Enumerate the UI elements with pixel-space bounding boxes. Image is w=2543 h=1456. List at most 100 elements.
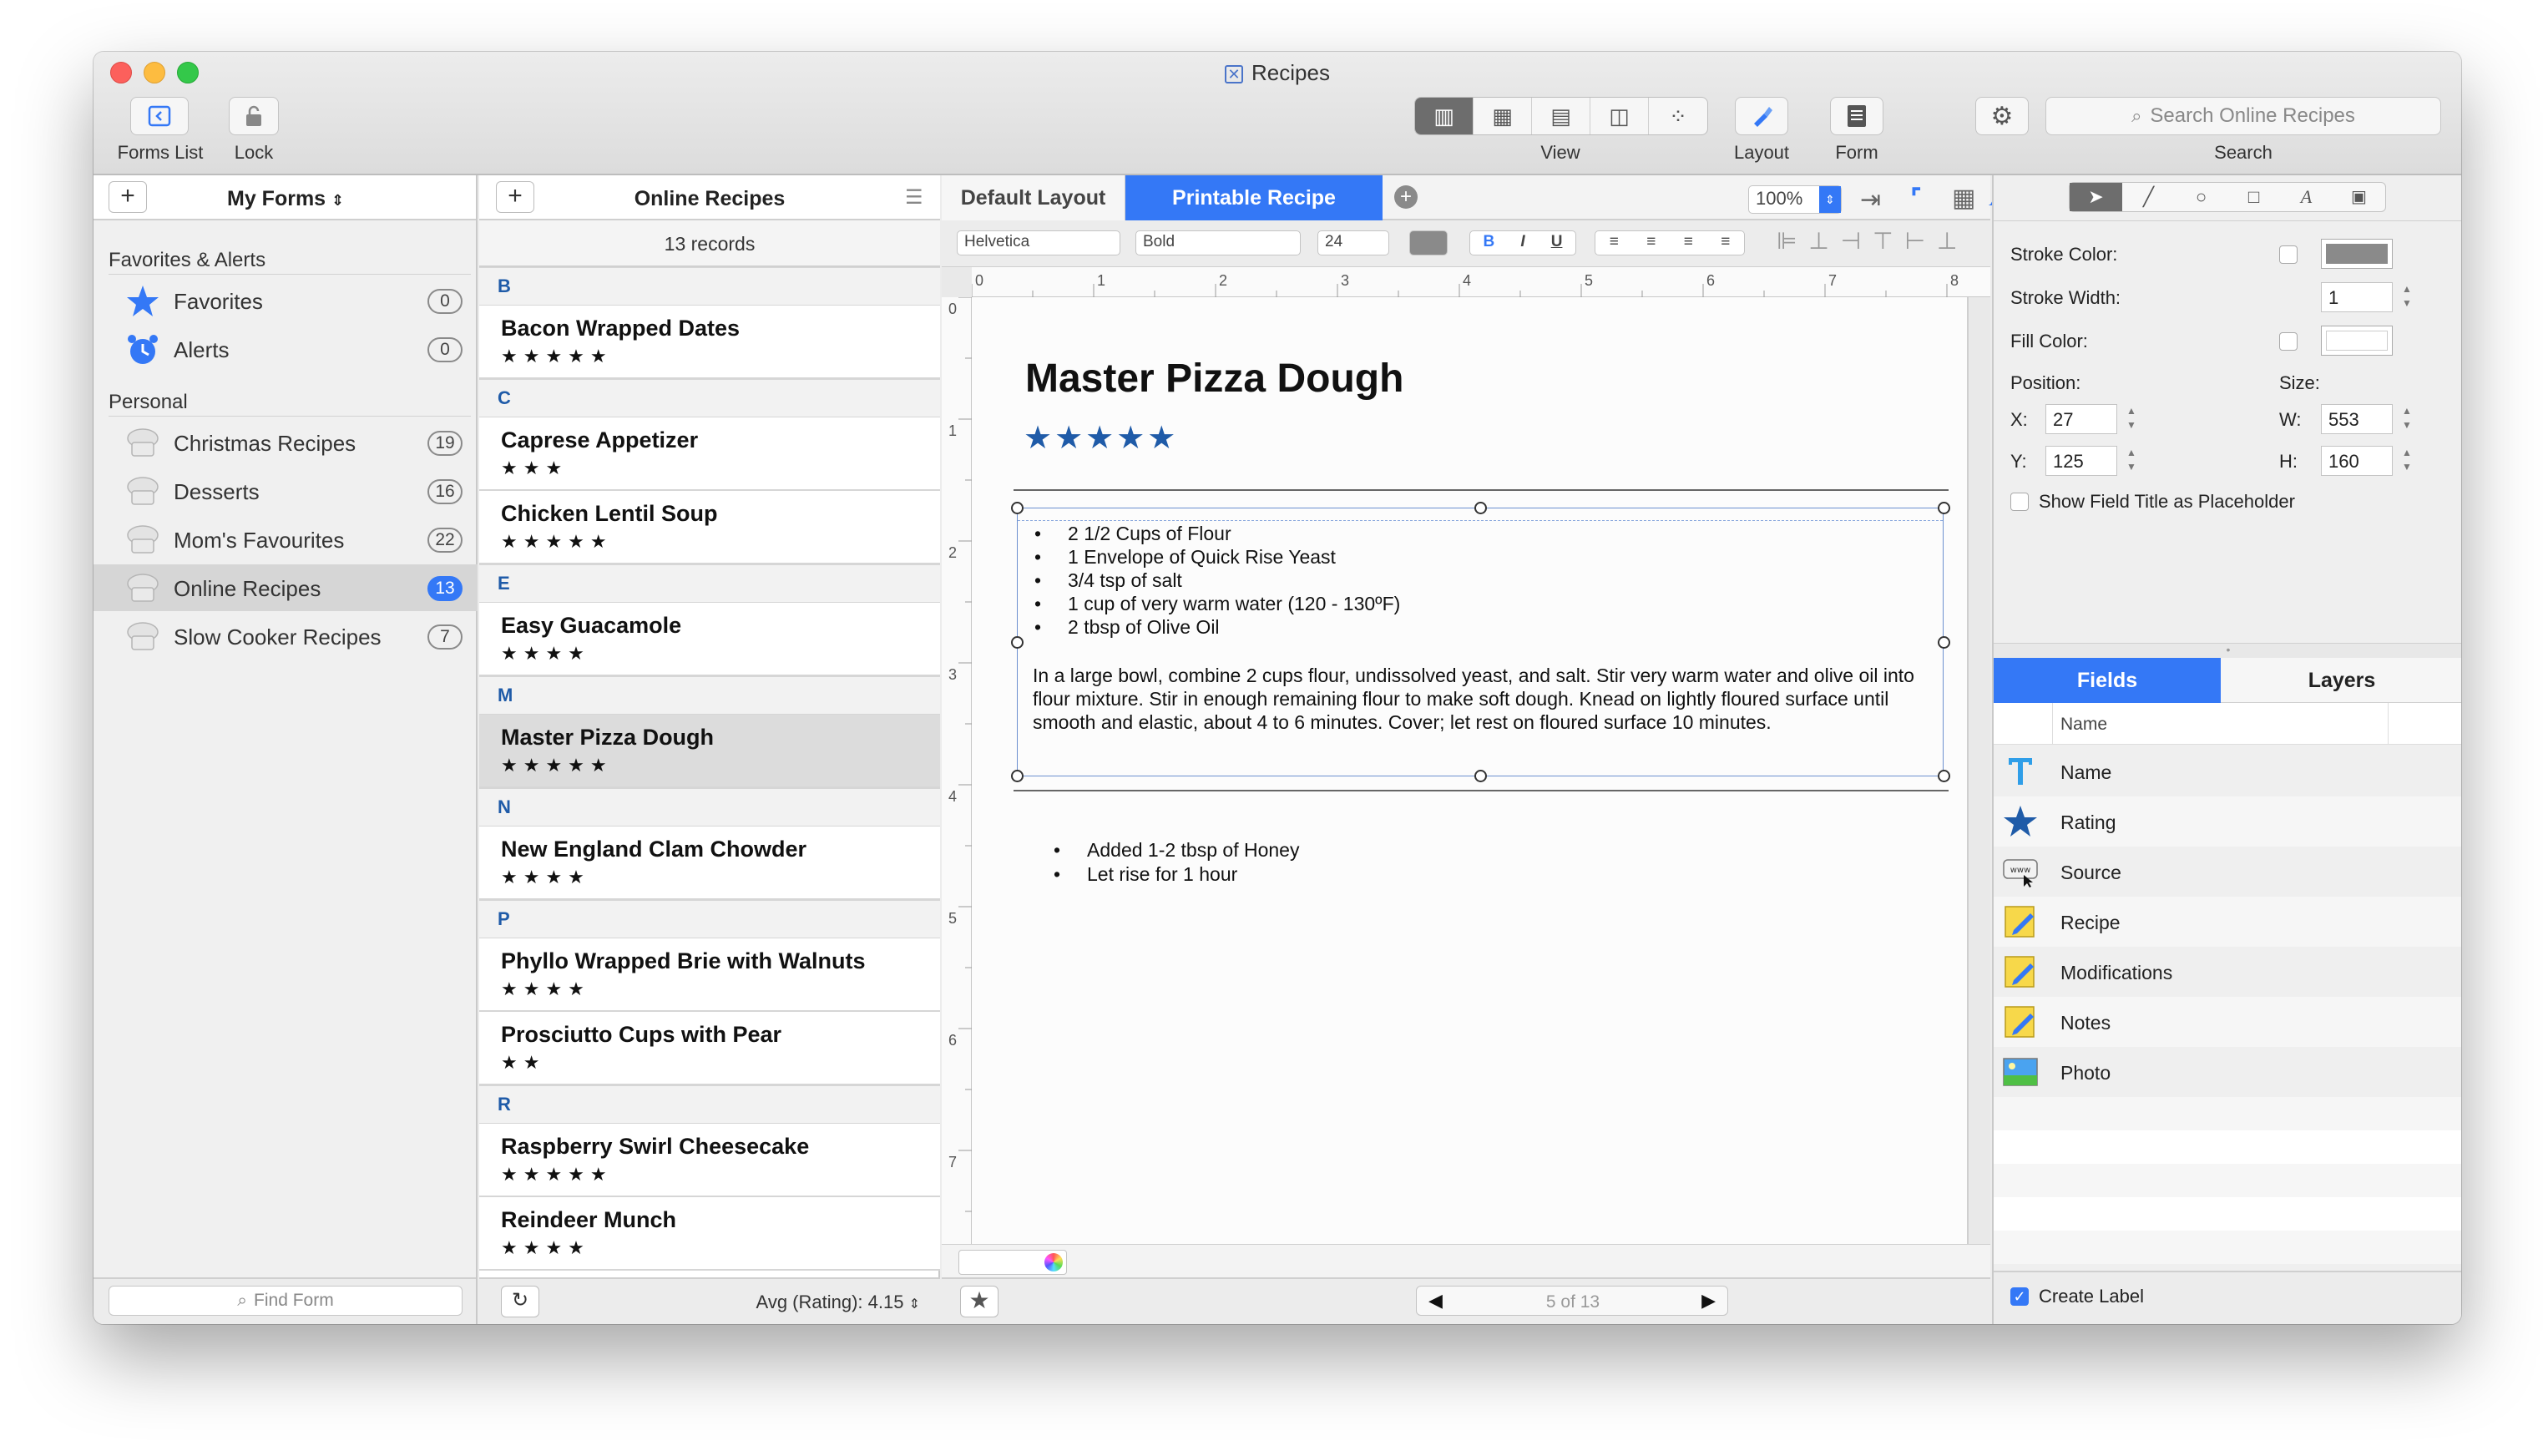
text-tool-icon[interactable]: A xyxy=(2280,183,2333,211)
size-width-stepper[interactable]: ▲ ▼ xyxy=(2399,404,2414,434)
search-field[interactable]: ⌕ Search Online Recipes xyxy=(2045,97,2441,135)
font-style-popup[interactable]: Bold xyxy=(1135,230,1301,255)
settings-button[interactable]: ⚙ xyxy=(1975,97,2029,135)
list-item[interactable]: Caprese Appetizer ★★★ xyxy=(479,417,940,491)
list-item[interactable]: Bacon Wrapped Dates ★★★★★ xyxy=(479,306,940,379)
rectangle-tool-icon[interactable]: □ xyxy=(2227,183,2280,211)
text-color-well[interactable] xyxy=(1409,230,1448,255)
tab-order-icon[interactable]: ⇥ xyxy=(1860,185,1881,215)
tab-printable-recipe[interactable]: Printable Recipe xyxy=(1125,175,1383,220)
list-item[interactable]: Chicken Lentil Soup ★★★★★ xyxy=(479,491,940,564)
tab-default-layout[interactable]: Default Layout xyxy=(942,175,1125,220)
position-y-stepper[interactable]: ▲ ▼ xyxy=(2124,446,2139,476)
size-width-field[interactable]: 553 xyxy=(2321,404,2393,434)
lock-button[interactable] xyxy=(229,97,279,135)
recipe-name-field[interactable]: Master Pizza Dough xyxy=(1025,356,1403,402)
grid-toggle-icon[interactable]: ▦ xyxy=(1952,184,1975,213)
underline-button[interactable]: U xyxy=(1551,233,1563,253)
pointer-tool-icon[interactable]: ➤ xyxy=(2070,183,2122,211)
ruler-toggle-icon[interactable]: ⌜ xyxy=(1910,184,1922,213)
divider-line[interactable] xyxy=(1014,790,1949,791)
align-right-icon[interactable]: ≡ xyxy=(1684,233,1693,253)
calendar-view-icon[interactable]: ▤ xyxy=(1532,98,1590,134)
list-item[interactable]: Reindeer Munch ★★★★ xyxy=(479,1197,940,1271)
list-options-icon[interactable]: ☰ xyxy=(905,185,923,210)
show-field-title-checkbox[interactable] xyxy=(2010,493,2029,511)
resize-handle[interactable] xyxy=(1938,502,1950,514)
position-y-field[interactable]: 125 xyxy=(2045,446,2117,476)
position-x-field[interactable]: 27 xyxy=(2045,404,2117,434)
zoom-popup[interactable]: 100% ⇕ xyxy=(1748,185,1842,214)
sidebar-item-alerts[interactable]: Alerts 0 xyxy=(94,326,478,372)
camera-tool-icon[interactable]: ▣ xyxy=(2333,183,2385,211)
recipe-field-selected[interactable]: • 2 1/2 Cups of Flour • 1 Envelope of Qu… xyxy=(1017,508,1944,776)
list-item[interactable]: Prosciutto Cups with Pear ★★ xyxy=(479,1012,940,1085)
grid-view-icon[interactable]: ⁘ xyxy=(1649,98,1707,134)
list-item[interactable]: Raspberry Swirl Cheesecake ★★★★★ xyxy=(479,1124,940,1197)
fill-color-well[interactable] xyxy=(2321,326,2393,356)
resize-handle[interactable] xyxy=(1474,770,1487,782)
font-name-popup[interactable]: Helvetica xyxy=(957,230,1120,255)
line-tool-icon[interactable]: ╱ xyxy=(2122,183,2175,211)
list-item-selected[interactable]: Master Pizza Dough ★★★★★ xyxy=(479,715,940,788)
field-row-source[interactable]: www Source xyxy=(1994,847,2461,897)
field-row-modifications[interactable]: Modifications xyxy=(1994,947,2461,997)
create-label-checkbox[interactable]: ✓ xyxy=(2010,1287,2029,1306)
resize-handle[interactable] xyxy=(1011,502,1024,514)
layout-button[interactable] xyxy=(1735,97,1788,135)
my-forms-popup[interactable]: My Forms ⇕ xyxy=(227,187,344,211)
list-item[interactable]: Phyllo Wrapped Brie with Walnuts ★★★★ xyxy=(479,938,940,1012)
resize-handle[interactable] xyxy=(1011,770,1024,782)
forms-list-button[interactable] xyxy=(130,97,189,135)
stroke-color-well[interactable] xyxy=(2321,239,2393,269)
next-record-icon[interactable]: ▶ xyxy=(1701,1290,1716,1312)
refresh-button[interactable]: ↻ xyxy=(501,1286,539,1317)
align-center-icon[interactable]: ≡ xyxy=(1646,233,1656,253)
object-align-icons[interactable]: ⊫⊥⊣⊤⊢⊥ xyxy=(1777,227,1969,255)
add-layout-icon[interactable]: + xyxy=(1394,185,1418,209)
size-height-stepper[interactable]: ▲ ▼ xyxy=(2399,446,2414,476)
stroke-color-checkbox[interactable] xyxy=(2279,245,2298,264)
tab-layers[interactable]: Layers xyxy=(2221,658,2461,703)
resize-handle[interactable] xyxy=(1474,502,1487,514)
sidebar-item-slow-cooker-recipes[interactable]: Slow Cooker Recipes 7 xyxy=(94,613,478,660)
table-view-icon[interactable]: ▦ xyxy=(1474,98,1532,134)
modifications-field[interactable]: • Added 1-2 tbsp of Honey • Let rise for… xyxy=(1054,838,1299,887)
position-x-stepper[interactable]: ▲ ▼ xyxy=(2124,404,2139,434)
resize-handle[interactable] xyxy=(1011,636,1024,649)
column-view-icon[interactable]: ▥ xyxy=(1415,98,1474,134)
card-view-icon[interactable]: ◫ xyxy=(1590,98,1649,134)
sidebar-item-moms-favourites[interactable]: Mom's Favourites 22 xyxy=(94,516,478,563)
italic-button[interactable]: I xyxy=(1520,233,1524,253)
favorite-record-button[interactable]: ★ xyxy=(960,1286,998,1317)
resize-handle[interactable] xyxy=(1938,636,1950,649)
sidebar-item-favorites[interactable]: Favorites 0 xyxy=(94,277,478,324)
tab-fields[interactable]: Fields xyxy=(1994,658,2221,703)
recipe-rating-field[interactable]: ★★★★★ xyxy=(1024,419,1178,457)
stroke-width-field[interactable]: 1 xyxy=(2321,282,2393,312)
list-item[interactable]: Easy Guacamole ★★★★ xyxy=(479,603,940,676)
stroke-width-stepper[interactable]: ▲ ▼ xyxy=(2399,282,2414,312)
divider-line[interactable] xyxy=(1014,489,1949,491)
split-handle[interactable]: • xyxy=(1994,643,2461,658)
size-height-field[interactable]: 160 xyxy=(2321,446,2393,476)
color-picker-field[interactable] xyxy=(958,1250,1067,1275)
field-row-rating[interactable]: Rating xyxy=(1994,796,2461,847)
summary-popup[interactable]: Avg (Rating): 4.15 ⇕ xyxy=(756,1292,920,1313)
list-item[interactable]: New England Clam Chowder ★★★★ xyxy=(479,827,940,900)
layout-canvas[interactable]: Master Pizza Dough ★★★★★ • 2 1/2 Cups of… xyxy=(972,297,1969,1244)
field-row-recipe[interactable]: Recipe xyxy=(1994,897,2461,947)
field-row-name[interactable]: Name xyxy=(1994,746,2461,796)
justify-icon[interactable]: ≡ xyxy=(1721,233,1730,253)
field-row-photo[interactable]: Photo xyxy=(1994,1047,2461,1097)
resize-handle[interactable] xyxy=(1938,770,1950,782)
find-form-field[interactable]: ⌕ Find Form xyxy=(109,1286,463,1316)
align-left-icon[interactable]: ≡ xyxy=(1610,233,1619,253)
sidebar-item-christmas-recipes[interactable]: Christmas Recipes 19 xyxy=(94,419,478,466)
bold-button[interactable]: B xyxy=(1484,233,1495,253)
oval-tool-icon[interactable]: ○ xyxy=(2175,183,2227,211)
font-size-field[interactable]: 24 xyxy=(1317,230,1389,255)
sidebar-item-online-recipes[interactable]: Online Recipes 13 xyxy=(94,564,478,611)
fill-color-checkbox[interactable] xyxy=(2279,332,2298,351)
add-form-button[interactable]: + xyxy=(109,181,147,213)
